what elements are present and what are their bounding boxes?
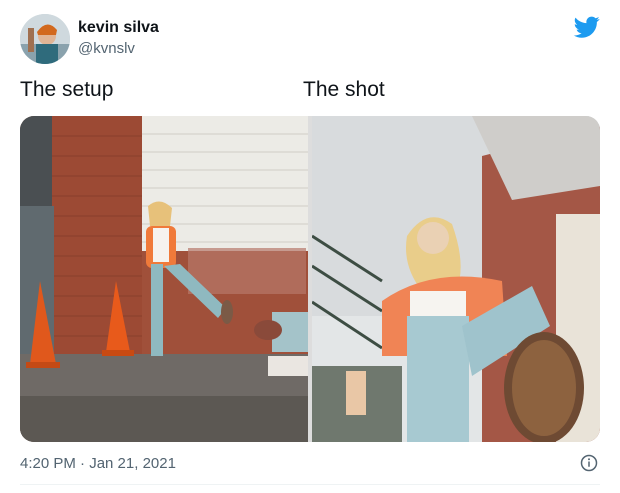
info-icon[interactable] — [580, 454, 598, 472]
tweet-timestamp[interactable]: 4:20 PM · Jan 21, 2021 — [20, 455, 176, 472]
photo-setup[interactable] — [20, 116, 308, 442]
avatar-image — [20, 14, 70, 64]
caption-shot: The shot — [303, 78, 385, 101]
tweet-media[interactable] — [20, 116, 600, 442]
author-name[interactable]: kevin silva — [78, 19, 159, 37]
caption-setup: The setup — [20, 78, 114, 101]
avatar[interactable] — [20, 14, 70, 64]
tweet-divider — [20, 484, 600, 485]
photo-shot[interactable] — [312, 116, 600, 442]
author-handle[interactable]: @kvnslv — [78, 40, 135, 57]
twitter-bird-icon[interactable] — [572, 14, 602, 40]
